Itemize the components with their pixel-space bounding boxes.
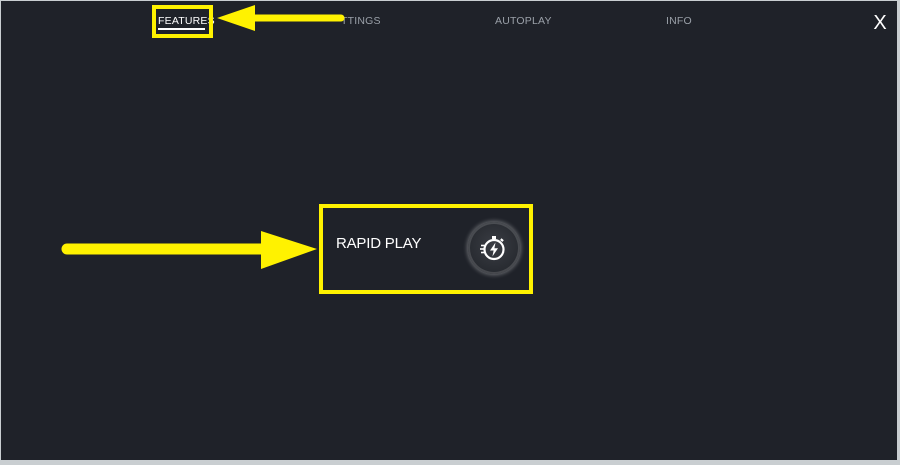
annotation-arrow-rapid-play bbox=[61, 231, 317, 269]
tab-autoplay[interactable]: AUTOPLAY bbox=[495, 14, 552, 28]
highlight-box-rapid-play bbox=[319, 204, 533, 294]
annotation-arrow-features bbox=[217, 5, 345, 31]
tab-settings[interactable]: TTINGS bbox=[341, 14, 381, 28]
highlight-box-features-tab bbox=[152, 5, 213, 38]
close-button[interactable]: X bbox=[867, 10, 893, 36]
game-settings-panel: FEATURES TTINGS AUTOPLAY INFO X RAPID PL… bbox=[1, 1, 897, 460]
tab-info[interactable]: INFO bbox=[666, 14, 692, 28]
